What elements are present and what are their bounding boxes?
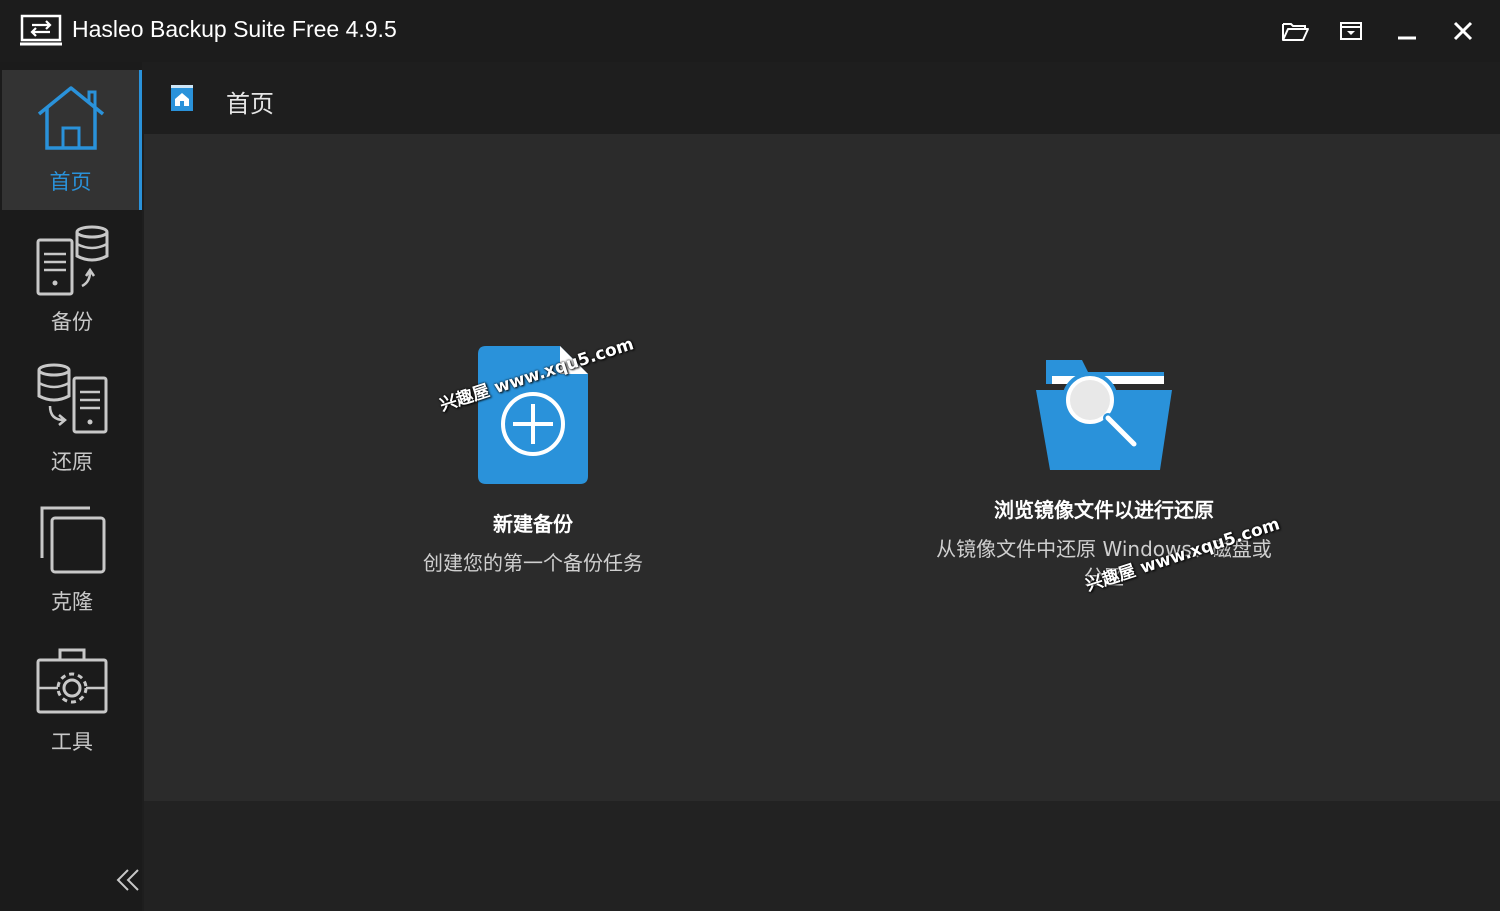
app-logo-icon [20,14,62,46]
backup-icon [36,225,109,296]
page-header: 首页 [144,62,1500,134]
restore-icon [37,363,108,434]
footer-area [144,801,1500,911]
home-icon [37,86,104,150]
browse-image-card[interactable]: 浏览镜像文件以进行还原 从镜像文件中还原 Windows、磁盘或分区 [934,358,1274,591]
sidebar-item-label: 首页 [49,170,92,194]
sidebar-item-label: 工具 [51,730,93,754]
title-bar: Hasleo Backup Suite Free 4.9.5 [0,0,1500,62]
sidebar: 首页 备份 还原 克隆 工具 [0,62,142,911]
card-description: 创建您的第一个备份任务 [423,551,643,575]
sidebar-item-label: 备份 [51,310,93,334]
card-title: 新建备份 [493,512,573,536]
folder-open-icon[interactable] [1280,16,1310,46]
window-title: Hasleo Backup Suite Free 4.9.5 [72,16,397,42]
minimize-icon[interactable] [1392,16,1422,46]
card-title: 浏览镜像文件以进行还原 [994,498,1214,522]
browse-image-icon [1036,360,1172,470]
sidebar-item-home[interactable]: 首页 [2,70,142,210]
sidebar-item-backup[interactable]: 备份 [2,210,142,350]
sidebar-item-clone[interactable]: 克隆 [2,490,142,630]
home-small-icon [171,85,193,111]
page-title: 首页 [226,90,274,118]
main-content: 新建备份 创建您的第一个备份任务 浏览镜像文件以进行还原 从镜像文件中还原 Wi… [144,134,1500,801]
window-menu-icon[interactable] [1336,16,1366,46]
sidebar-item-tools[interactable]: 工具 [2,630,142,770]
close-icon[interactable] [1448,16,1478,46]
sidebar-item-label: 还原 [51,450,93,474]
clone-icon [40,506,106,574]
sidebar-item-label: 克隆 [51,590,93,614]
sidebar-item-restore[interactable]: 还原 [2,350,142,490]
double-chevron-left-icon[interactable] [114,864,142,896]
tools-icon [36,648,108,714]
